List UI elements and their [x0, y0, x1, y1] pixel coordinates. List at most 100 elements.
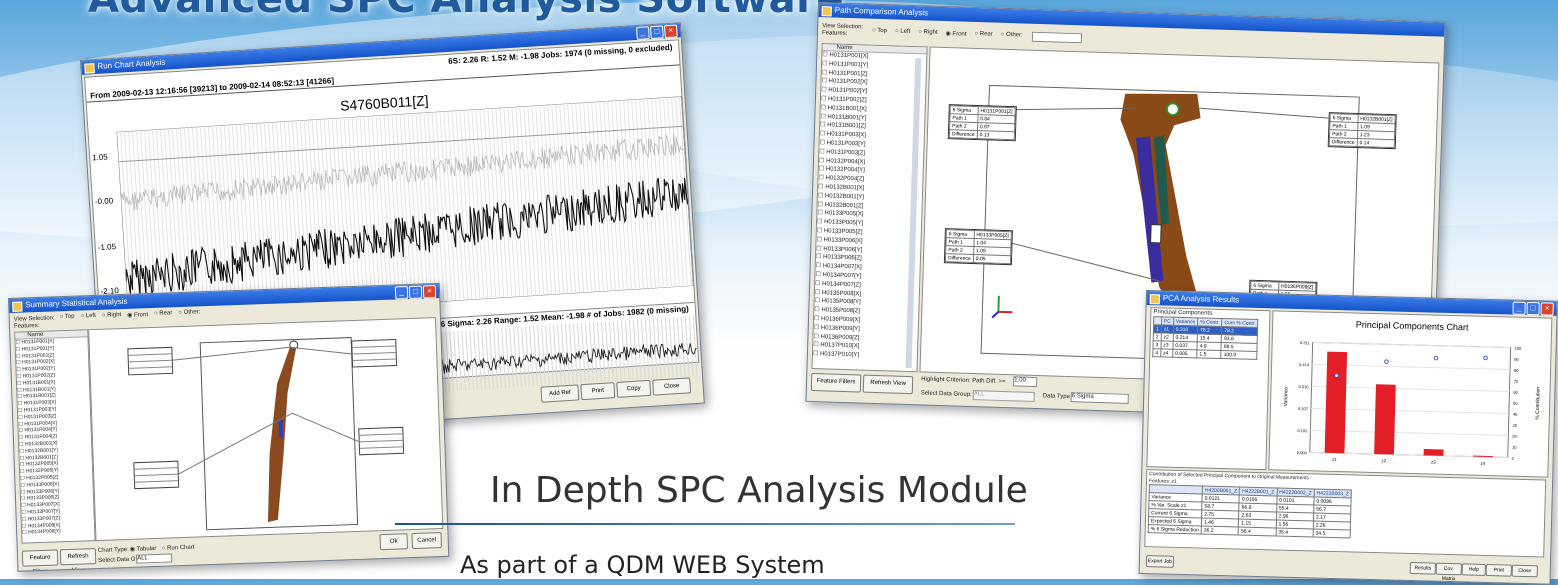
feature-name: H0134P007[Z]: [822, 281, 861, 288]
copy-button[interactable]: Copy: [616, 380, 651, 398]
path-callout: 6 SigmaH0133P005[Z]Path 11.04Path 21.09D…: [944, 228, 1013, 265]
gridline: [542, 326, 546, 386]
list-item[interactable]: ☐ H0134P008[Y]: [22, 527, 94, 536]
y-tick-label: 0.000: [1297, 450, 1308, 455]
cancel-button[interactable]: Cancel: [411, 532, 442, 549]
ok-button[interactable]: Ok: [379, 533, 408, 550]
gridline: [486, 329, 490, 389]
feature-list[interactable]: Name ☐ H0131P001[X]☐ H0131P001[Y]☐ H0131…: [14, 329, 95, 543]
maximize-button[interactable]: □: [1526, 302, 1539, 315]
export-job-button[interactable]: Export Job: [1146, 555, 1174, 568]
results-button[interactable]: Results: [1410, 562, 1436, 575]
close-icon[interactable]: ×: [664, 24, 678, 38]
gridline: [454, 331, 458, 391]
callout-cell: 0.14: [1357, 139, 1394, 148]
leader-line: [292, 411, 359, 444]
column-header: [1154, 317, 1162, 325]
cumulative-point: [1484, 356, 1488, 360]
feature-name: H0131B001[X]: [828, 105, 867, 112]
maximize-button[interactable]: □: [650, 25, 664, 39]
gridline: [693, 316, 697, 376]
data-group-select[interactable]: ALL: [136, 553, 172, 563]
y2-tick-label: 30: [1513, 423, 1518, 428]
feature-name: H0131P002[X]: [828, 79, 867, 86]
cumulative-point: [1434, 356, 1438, 360]
table-row[interactable]: 4z40.0051.5100.0: [1153, 349, 1258, 360]
feature-name: H0132P004[Z]: [825, 175, 864, 182]
maximize-button[interactable]: □: [409, 286, 422, 299]
x-tick-label: z2: [1381, 458, 1386, 463]
close-icon[interactable]: ×: [1540, 302, 1553, 315]
tab-refresh-view[interactable]: Refresh View: [863, 375, 914, 395]
view-radio-rear[interactable]: ○ Rear: [154, 310, 173, 318]
gridline: [685, 316, 689, 376]
minimize-button[interactable]: _: [1512, 302, 1525, 315]
close-button[interactable]: Close: [1512, 565, 1538, 578]
view-radio-front[interactable]: ◉ Front: [127, 311, 148, 319]
view-selection-label: View Selection:: [822, 23, 863, 30]
feature-name: H0133P006[Z]: [823, 255, 862, 262]
y2-tick-label: 40: [1513, 412, 1518, 417]
highlight-criterion-input[interactable]: 1.00: [1013, 376, 1037, 387]
leader-line: [997, 240, 1160, 281]
feature-name: H0137P010[Y]: [820, 351, 859, 358]
tab-refresh-view[interactable]: Refresh View: [60, 548, 97, 565]
data-type-select[interactable]: 6 Sigma: [1071, 392, 1129, 404]
close-button[interactable]: Close: [652, 377, 691, 395]
gridline: [681, 317, 685, 377]
axis-y-icon: [992, 312, 998, 318]
view-radio-left[interactable]: ○ Left: [895, 28, 911, 35]
window-title: PCA Analysis Results: [1163, 293, 1240, 304]
gridline: [522, 327, 526, 387]
app-icon: [12, 302, 22, 312]
view-radio-front[interactable]: ◉ Front: [945, 30, 966, 38]
minimize-button[interactable]: _: [395, 286, 408, 299]
view-radio-top[interactable]: ○ Top: [60, 314, 75, 322]
bar-z3[interactable]: [1424, 449, 1444, 456]
view-radio-top[interactable]: ○ Top: [872, 28, 887, 35]
path-callout: 6 SigmaH0131P001[Z]Path 10.84Path 20.97D…: [948, 104, 1017, 141]
print-button[interactable]: Print: [1486, 564, 1512, 577]
part-slot: [1151, 225, 1162, 243]
radio-label: Front: [952, 31, 966, 37]
bar-z1[interactable]: [1325, 352, 1347, 454]
add-ref-button[interactable]: Add Ref: [540, 384, 579, 402]
callout-cell: 0.13: [977, 131, 1014, 140]
view-radio-right[interactable]: ○ Right: [918, 29, 938, 37]
gridline: [669, 318, 673, 378]
list-item[interactable]: ☐ H0137P010[Y]: [813, 350, 917, 362]
print-button[interactable]: Print: [580, 382, 615, 400]
app-icon: [822, 6, 832, 16]
other-view-select[interactable]: [1032, 32, 1082, 44]
feature-name: H0131P001[X]: [829, 52, 868, 59]
feature-name: H0132B001[Z]: [825, 202, 864, 209]
leader-line: [290, 345, 352, 356]
chart-type-run-radio[interactable]: ○ Run Chart: [162, 545, 195, 552]
app-icon: [1150, 294, 1160, 304]
view-radio-right[interactable]: ○ Right: [102, 312, 122, 320]
help-button[interactable]: Help: [1462, 563, 1486, 576]
view-radio-other[interactable]: ○ Other:: [1001, 32, 1023, 40]
data-group-select[interactable]: ALL: [973, 390, 1035, 402]
cov-matrix-button[interactable]: Cov. Matrix: [1436, 563, 1462, 576]
components-panel: Principal Components PCVariance% Contr.C…: [1146, 307, 1270, 470]
feature-name: H0131P003[X]: [827, 132, 866, 139]
tab-feature-filters[interactable]: Feature Filters: [811, 373, 862, 393]
feature-name: H0131B001[Y]: [827, 114, 866, 121]
feature-name: H0132B001[Y]: [825, 193, 864, 200]
y2-axis-label: % Contribution: [1535, 387, 1542, 420]
y-tick-label: 0.414: [1299, 362, 1310, 367]
table-cell: z2: [1161, 333, 1173, 341]
tab-feature-filters[interactable]: Feature Filters: [22, 549, 59, 566]
feature-name: H0134P008[Y]: [28, 529, 61, 536]
close-icon[interactable]: ×: [423, 285, 436, 298]
view-radio-other[interactable]: ○ Other:: [178, 309, 200, 317]
bar-z2[interactable]: [1374, 384, 1396, 454]
chart-type-tabular-radio[interactable]: ◉ Tabular: [130, 545, 157, 553]
view-radio-left[interactable]: ○ Left: [80, 313, 96, 321]
radio-label: Rear: [980, 31, 993, 37]
minimize-button[interactable]: _: [636, 26, 650, 40]
y2-tick-label: 10: [1512, 445, 1517, 450]
view-radio-rear[interactable]: ○ Rear: [974, 31, 993, 39]
feature-name: H0137P010[X]: [820, 343, 859, 350]
